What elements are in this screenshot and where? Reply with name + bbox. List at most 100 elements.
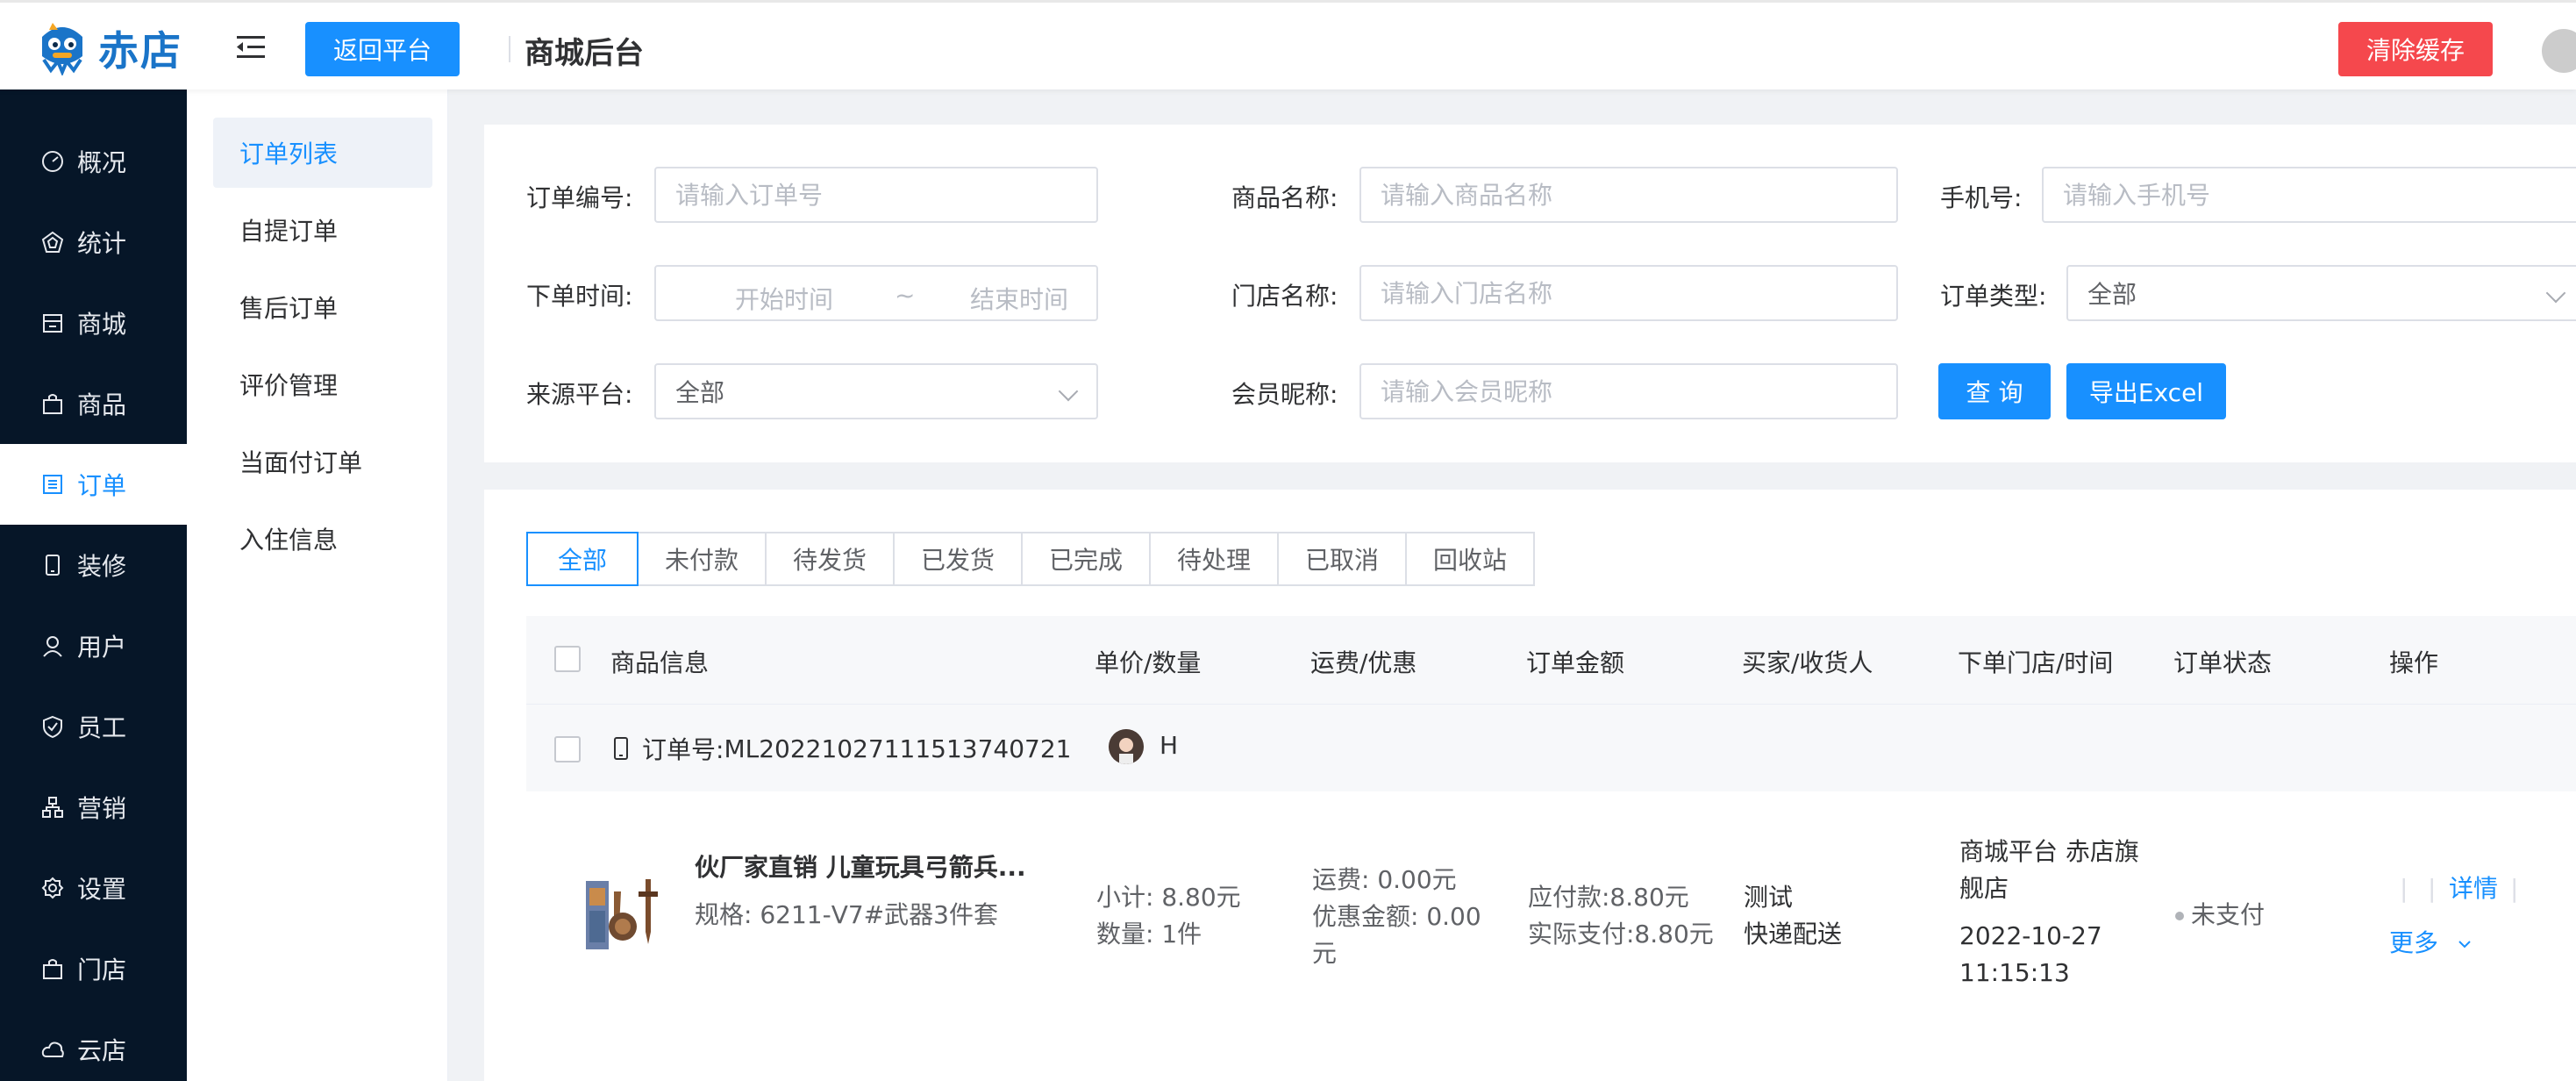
more-actions-dropdown[interactable]: 更多: [2389, 925, 2474, 962]
sidebar-item-staff[interactable]: 员工: [0, 686, 187, 767]
order-time-range-picker[interactable]: 开始时间 ~ 结束时间: [654, 265, 1098, 321]
phone-icon: [614, 737, 628, 760]
order-time: 11:15:13: [1959, 958, 2070, 987]
user-icon: [43, 636, 62, 657]
tab-all[interactable]: 全部: [526, 532, 639, 586]
discount-amount: 优惠金额: 0.00元: [1312, 902, 1481, 968]
logo-mascot-icon: [42, 23, 82, 75]
dashboard-icon: [42, 151, 63, 172]
chevron-down-icon: [2458, 941, 2471, 949]
sidebar-item-mall[interactable]: 商城: [0, 283, 187, 363]
sidebar-item-cloud[interactable]: 云店: [0, 1009, 187, 1081]
payable-amount: 应付款:8.80元: [1528, 883, 1689, 912]
tab-cancelled[interactable]: 已取消: [1277, 532, 1407, 586]
chevron-down-icon: [1058, 381, 1079, 402]
order-icon: [43, 475, 62, 494]
sidebar-item-stores[interactable]: 门店: [0, 928, 187, 1009]
submenu-check-in-info[interactable]: 入住信息: [213, 504, 432, 574]
order-submenu: 订单列表 自提订单 售后订单 评价管理 当面付订单 入住信息: [187, 89, 448, 1081]
order-status-tabs: 全部 未付款 待发货 已发货 已完成 待处理 已取消 回收站: [526, 532, 1535, 586]
sidebar-item-decoration[interactable]: 装修: [0, 525, 187, 605]
product-name-input[interactable]: [1359, 167, 1898, 223]
store-name-input[interactable]: [1359, 265, 1898, 321]
order-date: 2022-10-27: [1959, 921, 2102, 950]
buyer-initial: H: [1160, 731, 1179, 760]
more-label: 更多: [2389, 928, 2439, 957]
store-icon: [43, 959, 62, 979]
submenu-after-sale-orders[interactable]: 售后订单: [213, 272, 432, 342]
status-text: 未支付: [2191, 900, 2266, 929]
sidebar-item-overview[interactable]: 概况: [0, 121, 187, 202]
col-price-qty: 单价/数量: [1095, 648, 1202, 677]
order-type-value: 全部: [2087, 280, 2137, 309]
start-time-placeholder: 开始时间: [735, 285, 834, 314]
sidebar-item-settings[interactable]: 设置: [0, 848, 187, 928]
sidebar-item-label: 概况: [77, 148, 127, 177]
sidebar-item-users[interactable]: 用户: [0, 605, 187, 686]
export-excel-button[interactable]: 导出Excel: [2066, 363, 2226, 419]
tab-pending[interactable]: 待处理: [1149, 532, 1279, 586]
phone-input[interactable]: [2042, 167, 2576, 223]
clear-cache-button[interactable]: 清除缓存: [2338, 22, 2493, 76]
sidebar-item-label: 装修: [77, 552, 127, 581]
member-nick-input[interactable]: [1359, 363, 1898, 419]
top-header: 赤店 返回平台 商城后台 清除缓存: [0, 0, 2576, 89]
sidebar-item-orders[interactable]: 订单: [0, 444, 187, 525]
sidebar-item-label: 订单: [77, 471, 127, 500]
submenu-review-management[interactable]: 评价管理: [213, 349, 432, 419]
menu-fold-icon[interactable]: [233, 32, 268, 62]
tab-completed[interactable]: 已完成: [1021, 532, 1151, 586]
sidebar-item-label: 员工: [77, 713, 127, 742]
tab-unpaid[interactable]: 未付款: [637, 532, 767, 586]
sidebar-item-marketing[interactable]: 营销: [0, 767, 187, 848]
tab-recycle-bin[interactable]: 回收站: [1405, 532, 1535, 586]
action-separator: |: [2428, 874, 2437, 903]
order-group-header: 订单号: ML20221027111513740721 H: [526, 704, 2576, 791]
order-list-panel: 全部 未付款 待发货 已发货 已完成 待处理 已取消 回收站 商品信息 单价/数…: [484, 490, 2576, 1081]
submenu-order-list[interactable]: 订单列表: [213, 118, 432, 188]
source-platform-select[interactable]: 全部: [654, 363, 1098, 419]
stats-icon: [41, 231, 64, 253]
submenu-face-to-face-orders[interactable]: 当面付订单: [213, 426, 432, 497]
user-avatar[interactable]: [2542, 29, 2576, 73]
end-time-placeholder: 结束时间: [970, 285, 1069, 314]
order-no-label: 订单编号:: [526, 183, 633, 212]
shop-icon: [43, 314, 62, 333]
query-button[interactable]: 查 询: [1938, 363, 2051, 419]
tab-shipped[interactable]: 已发货: [893, 532, 1023, 586]
phone-icon: [46, 555, 60, 576]
submenu-pickup-orders[interactable]: 自提订单: [213, 195, 432, 265]
header-divider: [509, 36, 510, 62]
tab-to-ship[interactable]: 待发货: [765, 532, 895, 586]
source-platform-label: 来源平台:: [526, 380, 633, 409]
detail-link[interactable]: 详情: [2449, 870, 2498, 907]
sidebar-item-goods[interactable]: 商品: [0, 363, 187, 444]
col-status: 订单状态: [2173, 648, 2273, 677]
sidebar-item-label: 商品: [77, 390, 127, 419]
product-name-label: 商品名称:: [1231, 183, 1338, 212]
product-quantity: 数量: 1件: [1096, 920, 1202, 949]
sidebar-item-label: 商城: [77, 310, 127, 339]
member-nick-label: 会员昵称:: [1231, 380, 1338, 409]
order-checkbox[interactable]: [554, 736, 581, 762]
order-no-input[interactable]: [654, 167, 1098, 223]
action-separator: |: [2400, 874, 2408, 903]
sidebar-item-stats[interactable]: 统计: [0, 202, 187, 283]
back-to-platform-button[interactable]: 返回平台: [305, 22, 460, 76]
main-sidebar: 概况 统计 商城 商品 订单 装修 用户 员工 营销 设置 门店 云店: [0, 89, 187, 1081]
buyer-avatar: [1109, 729, 1144, 764]
order-no-value: ML20221027111513740721: [724, 734, 1072, 763]
order-type-select[interactable]: 全部: [2066, 265, 2576, 321]
select-all-checkbox[interactable]: [554, 646, 581, 672]
product-title[interactable]: 伙厂家直销 儿童玩具弓箭兵...: [695, 849, 1081, 886]
source-platform-value: 全部: [675, 378, 725, 407]
filter-panel: 订单编号: 商品名称: 手机号: 下单时间: 开始时间 ~ 结束时间 门店名称:…: [484, 125, 2576, 462]
sidebar-item-label: 云店: [77, 1036, 127, 1065]
product-thumbnail[interactable]: [584, 874, 665, 955]
cloud-icon: [41, 1042, 64, 1057]
col-actions: 操作: [2389, 648, 2439, 677]
page-title: 商城后台: [524, 36, 644, 71]
shield-icon: [43, 715, 62, 739]
col-product-info: 商品信息: [610, 648, 710, 677]
delivery-method: 快递配送: [1744, 920, 1843, 949]
